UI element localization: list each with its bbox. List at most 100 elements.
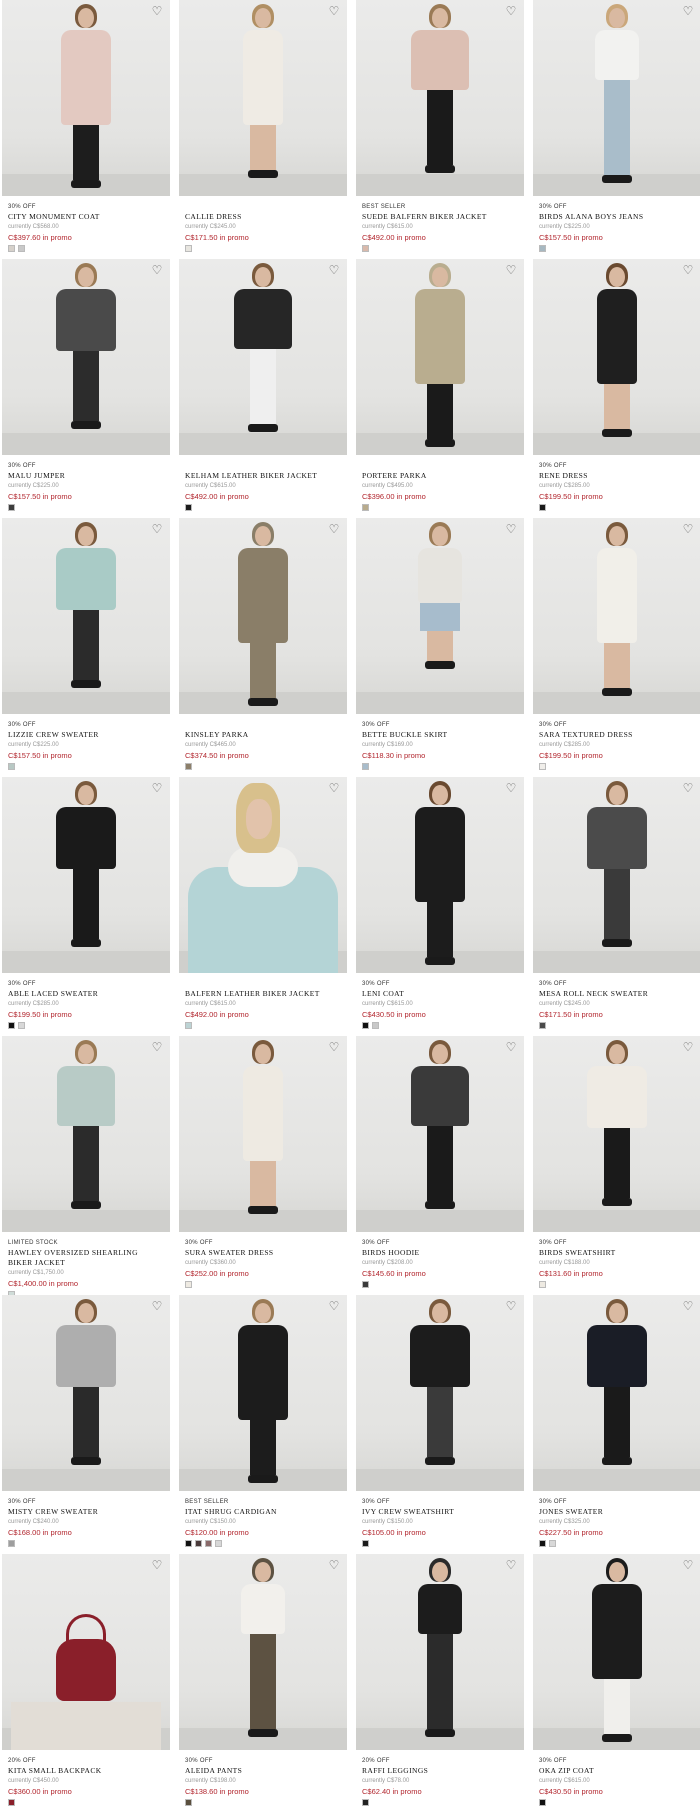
heart-outline-icon[interactable]: ♡ [504,1040,518,1054]
product-card[interactable]: ♡ 20% OFF KITA SMALL BACKPACK currently C$4… [2,1554,170,1813]
color-swatch[interactable] [185,1799,192,1806]
heart-outline-icon[interactable]: ♡ [150,1040,164,1054]
product-name[interactable]: BIRDS SWEATSHIRT [539,1248,695,1258]
heart-outline-icon[interactable]: ♡ [150,1299,164,1313]
product-image[interactable]: ♡ [2,777,170,973]
color-swatch[interactable] [362,763,369,770]
product-image[interactable]: ♡ [356,259,524,455]
product-name[interactable]: CITY MONUMENT COAT [8,212,164,222]
product-image[interactable]: ♡ [356,0,524,196]
product-name[interactable]: KINSLEY PARKA [185,730,341,740]
product-name[interactable]: OKA ZIP COAT [539,1766,695,1776]
product-image[interactable]: ♡ [2,259,170,455]
product-name[interactable]: BIRDS HOODIE [362,1248,518,1258]
color-swatch[interactable] [539,763,546,770]
product-name[interactable]: HAWLEY OVERSIZED SHEARLING BIKER JACKET [8,1248,164,1268]
color-swatch[interactable] [362,1022,369,1029]
product-name[interactable]: ABLE LACED SWEATER [8,989,164,999]
heart-outline-icon[interactable]: ♡ [504,522,518,536]
product-image[interactable]: ♡ [533,777,700,973]
product-card[interactable]: ♡ 30% OFF MISTY CREW SWEATER currently C$24… [2,1295,170,1554]
product-name[interactable]: BALFERN LEATHER BIKER JACKET [185,989,341,999]
product-card[interactable]: ♡ 30% OFF CITY MONUMENT COAT currently C$56… [2,0,170,259]
product-card[interactable]: ♡ 30% OFF BIRDS ALANA BOYS JEANS currently … [533,0,700,259]
product-image[interactable]: ♡ [533,1295,700,1491]
product-image[interactable]: ♡ [533,1554,700,1750]
product-card[interactable]: ♡ LIMITED STOCK HAWLEY OVERSIZED SHEARLING… [2,1036,170,1295]
heart-outline-icon[interactable]: ♡ [327,1299,341,1313]
product-name[interactable]: PORTERE PARKA [362,471,518,481]
product-name[interactable]: RAFFI LEGGINGS [362,1766,518,1776]
heart-outline-icon[interactable]: ♡ [327,263,341,277]
color-swatch[interactable] [185,245,192,252]
product-card[interactable]: ♡ PORTERE PARKA currently C$495.00 C$396.00… [356,259,524,518]
product-image[interactable]: ♡ [356,1036,524,1232]
product-name[interactable]: BETTE BUCKLE SKIRT [362,730,518,740]
product-name[interactable]: MALU JUMPER [8,471,164,481]
heart-outline-icon[interactable]: ♡ [150,1558,164,1572]
heart-outline-icon[interactable]: ♡ [327,4,341,18]
product-card[interactable]: ♡ 30% OFF RENE DRESS currently C$285.00 C$19… [533,259,700,518]
heart-outline-icon[interactable]: ♡ [327,1558,341,1572]
product-name[interactable]: RENE DRESS [539,471,695,481]
product-image[interactable]: ♡ [356,777,524,973]
color-swatch[interactable] [8,1540,15,1547]
heart-outline-icon[interactable]: ♡ [150,522,164,536]
product-card[interactable]: ♡ 20% OFF RAFFI LEGGINGS currently C$78.00 C… [356,1554,524,1813]
product-card[interactable]: ♡ 30% OFF ABLE LACED SWEATER currently C$28… [2,777,170,1036]
product-name[interactable]: LIZZIE CREW SWEATER [8,730,164,740]
product-name[interactable]: CALLIE DRESS [185,212,341,222]
product-image[interactable]: ♡ [179,1036,347,1232]
product-name[interactable]: BIRDS ALANA BOYS JEANS [539,212,695,222]
product-card[interactable]: ♡ 30% OFF ALEIDA PANTS currently C$198.00 C$… [179,1554,347,1813]
product-image[interactable]: ♡ [533,0,700,196]
product-name[interactable]: LENI COAT [362,989,518,999]
product-name[interactable]: JONES SWEATER [539,1507,695,1517]
heart-outline-icon[interactable]: ♡ [150,781,164,795]
product-card[interactable]: ♡ 30% OFF MESA ROLL NECK SWEATER currently … [533,777,700,1036]
color-swatch[interactable] [362,245,369,252]
heart-outline-icon[interactable]: ♡ [150,4,164,18]
product-name[interactable]: MISTY CREW SWEATER [8,1507,164,1517]
color-swatch[interactable] [539,1022,546,1029]
color-swatch[interactable] [362,1799,369,1806]
product-image[interactable]: ♡ [179,518,347,714]
color-swatch[interactable] [18,245,25,252]
color-swatch[interactable] [8,1799,15,1806]
heart-outline-icon[interactable]: ♡ [681,781,695,795]
product-card[interactable]: ♡ CALLIE DRESS currently C$245.00 C$171.50 … [179,0,347,259]
heart-outline-icon[interactable]: ♡ [327,781,341,795]
product-card[interactable]: ♡ 30% OFF JONES SWEATER currently C$325.00 C… [533,1295,700,1554]
product-card[interactable]: ♡ 30% OFF SARA TEXTURED DRESS currently C$2… [533,518,700,777]
color-swatch[interactable] [8,245,15,252]
color-swatch[interactable] [8,1022,15,1029]
product-image[interactable]: ♡ [179,777,347,973]
color-swatch[interactable] [18,1022,25,1029]
heart-outline-icon[interactable]: ♡ [504,4,518,18]
product-image[interactable]: ♡ [533,1036,700,1232]
heart-outline-icon[interactable]: ♡ [504,781,518,795]
product-card[interactable]: ♡ BEST SELLER ITAT SHRUG CARDIGAN currently… [179,1295,347,1554]
product-card[interactable]: ♡ 30% OFF MALU JUMPER currently C$225.00 C$1… [2,259,170,518]
product-name[interactable]: SUEDE BALFERN BIKER JACKET [362,212,518,222]
product-card[interactable]: ♡ 30% OFF OKA ZIP COAT currently C$615.00 C$… [533,1554,700,1813]
heart-outline-icon[interactable]: ♡ [150,263,164,277]
product-name[interactable]: SURA SWEATER DRESS [185,1248,341,1258]
heart-outline-icon[interactable]: ♡ [504,1558,518,1572]
product-card[interactable]: ♡ KELHAM LEATHER BIKER JACKET currently C$… [179,259,347,518]
color-swatch[interactable] [362,504,369,511]
product-card[interactable]: ♡ 30% OFF BETTE BUCKLE SKIRT currently C$16… [356,518,524,777]
heart-outline-icon[interactable]: ♡ [504,1299,518,1313]
product-image[interactable]: ♡ [2,1554,170,1750]
product-name[interactable]: ITAT SHRUG CARDIGAN [185,1507,341,1517]
product-card[interactable]: ♡ 30% OFF BIRDS SWEATSHIRT currently C$188.… [533,1036,700,1295]
color-swatch[interactable] [362,1540,369,1547]
color-swatch[interactable] [185,1281,192,1288]
color-swatch[interactable] [215,1540,222,1547]
product-image[interactable]: ♡ [2,518,170,714]
product-name[interactable]: KELHAM LEATHER BIKER JACKET [185,471,341,481]
product-card[interactable]: ♡ 30% OFF SURA SWEATER DRESS currently C$36… [179,1036,347,1295]
heart-outline-icon[interactable]: ♡ [681,1558,695,1572]
product-image[interactable]: ♡ [2,1295,170,1491]
color-swatch[interactable] [8,763,15,770]
